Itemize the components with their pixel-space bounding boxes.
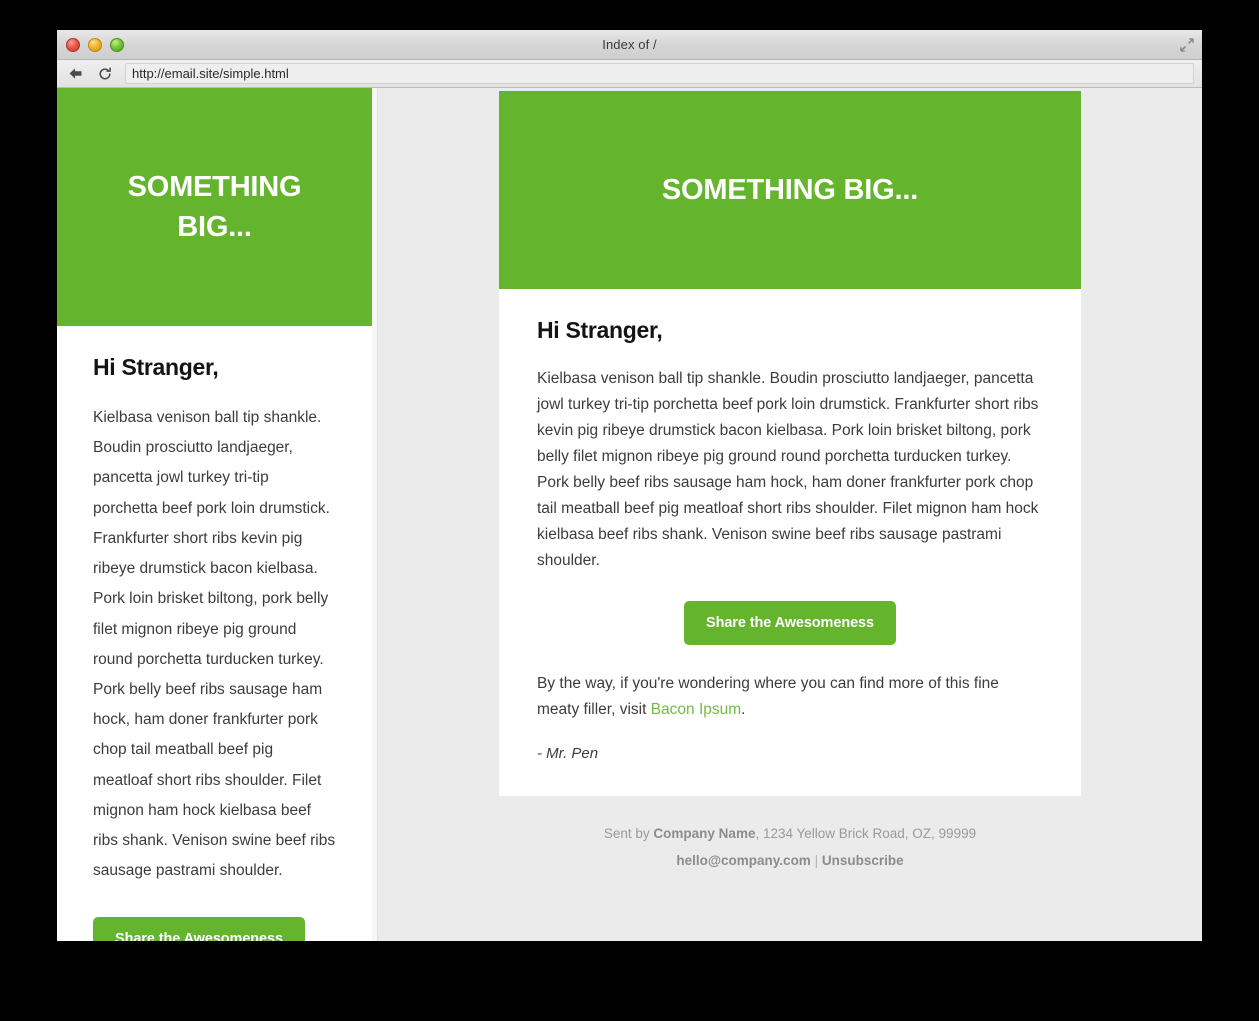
narrow-paragraph: Kielbasa venison ball tip shankle. Boudi… (93, 409, 336, 880)
url-input[interactable]: http://email.site/simple.html (125, 63, 1194, 84)
footer-address: , 1234 Yellow Brick Road, OZ, 99999 (755, 826, 977, 842)
page-viewport: SOMETHING BIG... Hi Stranger, Kielbasa v… (57, 88, 1202, 941)
share-the-awesomeness-button[interactable]: Share the Awesomeness (684, 601, 896, 646)
wide-hero-title: SOMETHING BIG... (661, 173, 919, 206)
footer-company-name: Company Name (653, 826, 756, 842)
zoom-button[interactable] (110, 37, 124, 52)
wide-cta-wrapper: Share the Awesomeness (537, 601, 1043, 646)
back-button[interactable] (65, 64, 85, 84)
title-bar: Index of / (57, 30, 1202, 60)
note-text-before: By the way, if you're wondering where yo… (537, 675, 999, 719)
close-button[interactable] (66, 37, 80, 52)
footer-separator: | (810, 852, 822, 868)
wide-hero-banner: SOMETHING BIG... (499, 91, 1081, 289)
narrow-hero-title: SOMETHING BIG... (127, 170, 302, 243)
footer-email-link[interactable]: hello@company.com (676, 853, 810, 868)
wide-email-body: Hi Stranger, Kielbasa venison ball tip s… (499, 289, 1081, 796)
footer-contact-line: hello@company.com | Unsubscribe (499, 849, 1081, 873)
wide-greeting: Hi Stranger, (537, 317, 663, 343)
narrow-preview-pane: SOMETHING BIG... Hi Stranger, Kielbasa v… (57, 88, 378, 941)
footer-unsubscribe-link[interactable]: Unsubscribe (822, 853, 904, 868)
browser-window: Index of / http://email.site/simple.html (57, 30, 1202, 941)
email-footer: Sent by Company Name, 1234 Yellow Brick … (499, 822, 1081, 872)
narrow-greeting: Hi Stranger, (93, 354, 219, 380)
share-the-awesomeness-button[interactable]: Share the Awesomeness (93, 916, 305, 941)
wide-paragraph: Kielbasa venison ball tip shankle. Boudi… (537, 370, 1039, 570)
note-text-after: . (741, 701, 746, 719)
browser-toolbar: http://email.site/simple.html (57, 60, 1202, 88)
wide-signature: - Mr. Pen (537, 745, 599, 763)
narrow-email-body: Hi Stranger, Kielbasa venison ball tip s… (57, 326, 372, 941)
minimize-button[interactable] (88, 37, 102, 52)
reload-button[interactable] (95, 64, 115, 84)
narrow-hero-banner: SOMETHING BIG... (57, 88, 372, 326)
window-controls (66, 30, 124, 59)
narrow-email-card: SOMETHING BIG... Hi Stranger, Kielbasa v… (57, 88, 372, 941)
bacon-ipsum-link[interactable]: Bacon Ipsum (651, 701, 741, 718)
footer-address-line: Sent by Company Name, 1234 Yellow Brick … (499, 822, 1081, 846)
wide-note: By the way, if you're wondering where yo… (537, 671, 1043, 723)
wide-email-card: SOMETHING BIG... Hi Stranger, Kielbasa v… (499, 91, 1081, 797)
window-title: Index of / (602, 37, 657, 52)
footer-sent-by-label: Sent by (603, 826, 654, 842)
wide-preview-pane: SOMETHING BIG... Hi Stranger, Kielbasa v… (378, 88, 1202, 941)
resize-grip-icon[interactable] (1178, 36, 1196, 54)
